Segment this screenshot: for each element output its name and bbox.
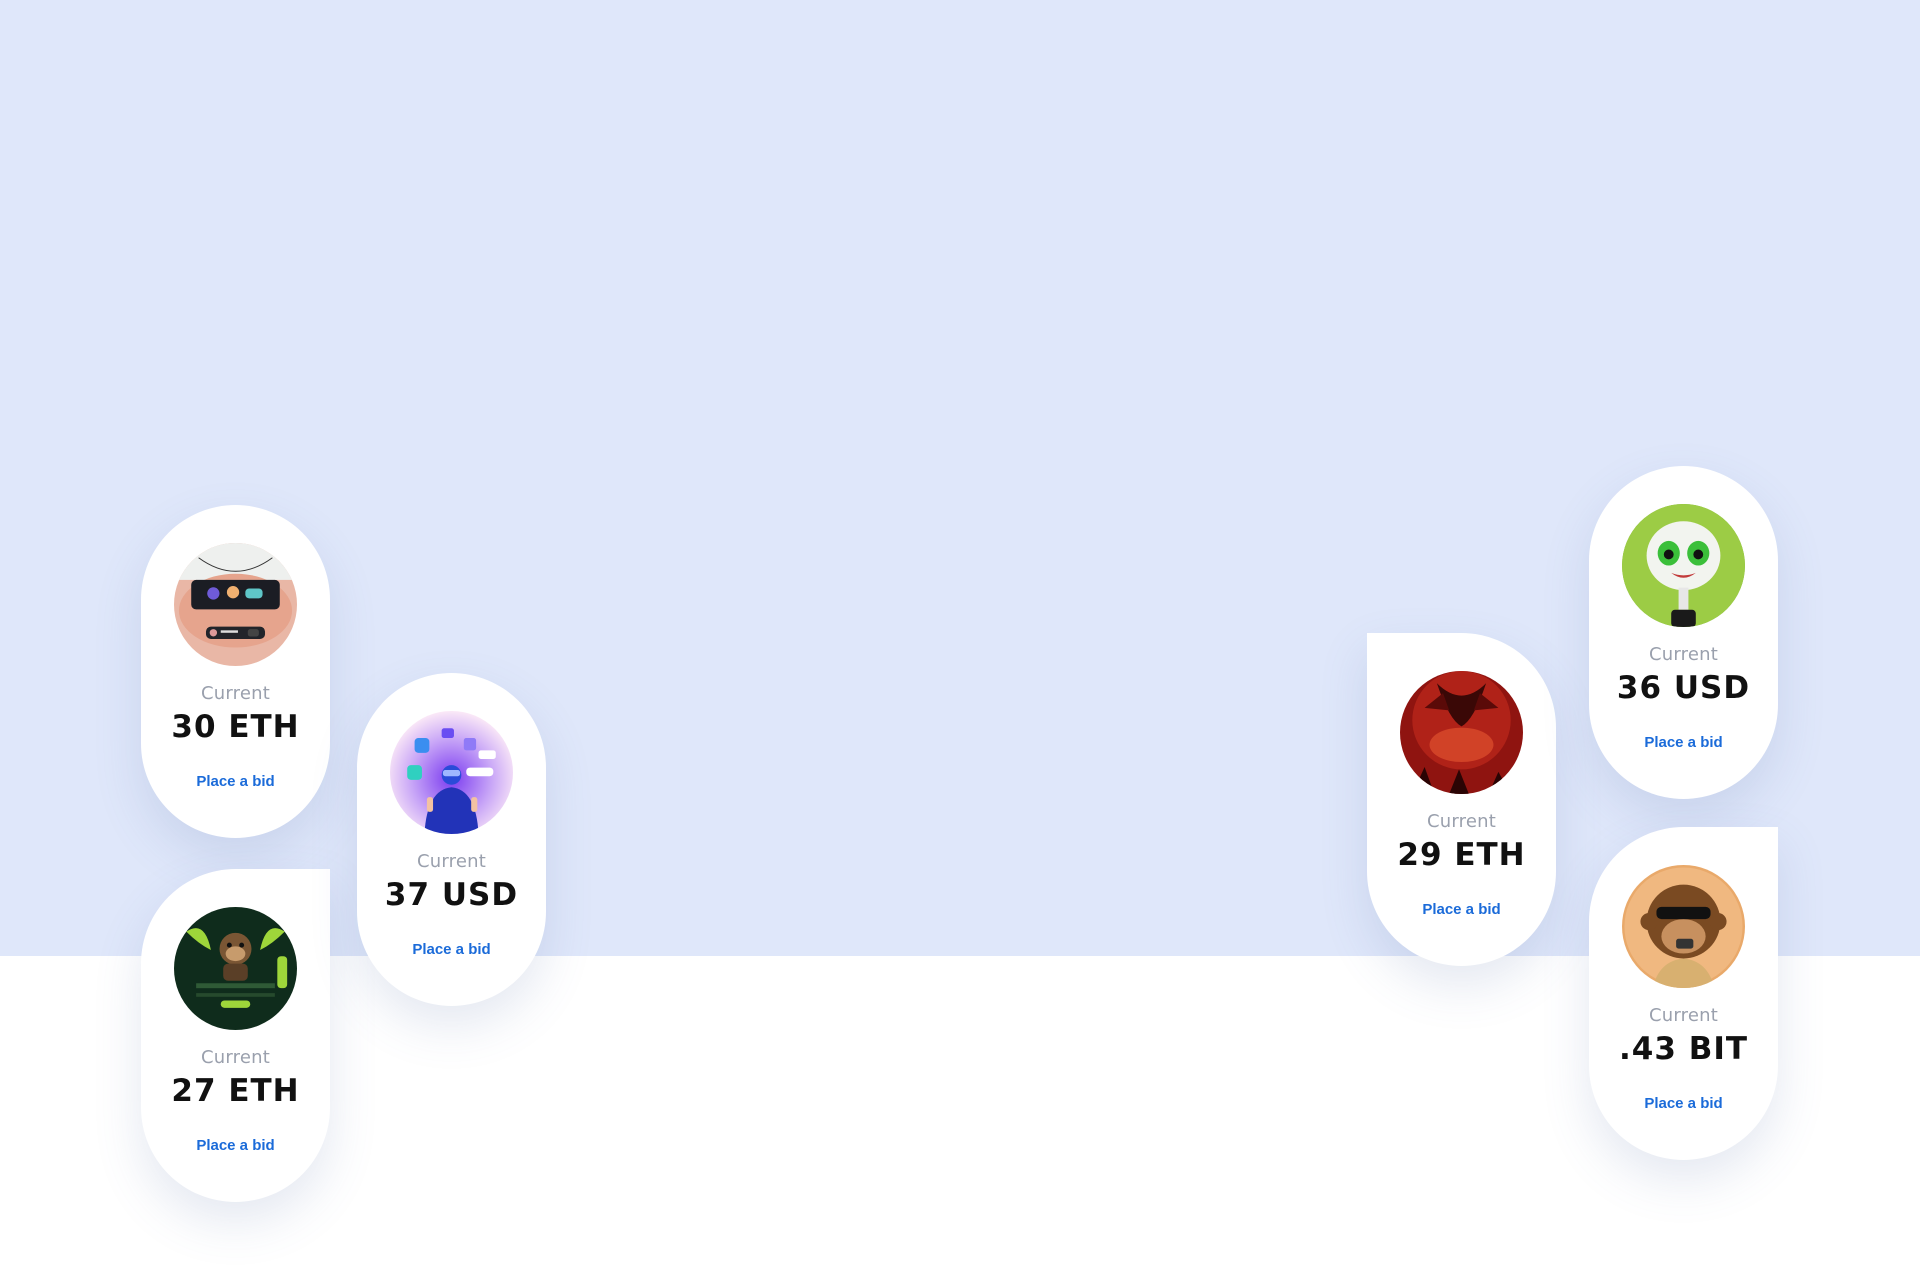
current-price: 27 ETH [171,1073,300,1109]
nft-bid-card[interactable]: Current 30 ETH Place a bid [141,505,330,838]
current-label: Current [416,851,486,872]
current-label: Current [1648,1005,1718,1026]
current-price: .43 BIT [1618,1031,1749,1067]
nft-bid-card[interactable]: Current 29 ETH Place a bid [1367,633,1556,966]
nft-bid-card[interactable]: Current 27 ETH Place a bid [141,869,330,1202]
current-label: Current [1426,811,1496,832]
current-label: Current [200,683,270,704]
place-bid-link[interactable]: Place a bid [1367,901,1556,918]
nft-thumbnail-image[interactable] [390,711,513,834]
nft-thumbnail-image[interactable] [1400,671,1523,794]
place-bid-link[interactable]: Place a bid [141,1137,330,1154]
phone-app-image [174,543,297,666]
nft-bid-card[interactable]: Current .43 BIT Place a bid [1589,827,1778,1160]
place-bid-link[interactable]: Place a bid [141,773,330,790]
current-price: 37 USD [384,877,519,913]
place-bid-link[interactable]: Place a bid [357,941,546,958]
nft-thumbnail-image[interactable] [174,543,297,666]
current-price: 30 ETH [171,709,300,745]
nft-thumbnail-image[interactable] [1622,865,1745,988]
nft-thumbnail-image[interactable] [174,907,297,1030]
nft-bid-card[interactable]: Current 37 USD Place a bid [357,673,546,1006]
nft-bid-card[interactable]: Current 36 USD Place a bid [1589,466,1778,799]
current-price: 36 USD [1616,670,1751,706]
current-price: 29 ETH [1397,837,1526,873]
green-cartoon-image [1622,504,1745,627]
ape-dashboard-image [174,907,297,1030]
place-bid-link[interactable]: Place a bid [1589,734,1778,751]
current-label: Current [200,1047,270,1068]
red-demon-image [1400,671,1523,794]
vr-apps-image [390,711,513,834]
place-bid-link[interactable]: Place a bid [1589,1095,1778,1112]
bored-ape-image [1622,865,1745,988]
current-label: Current [1648,644,1718,665]
nft-thumbnail-image[interactable] [1622,504,1745,627]
